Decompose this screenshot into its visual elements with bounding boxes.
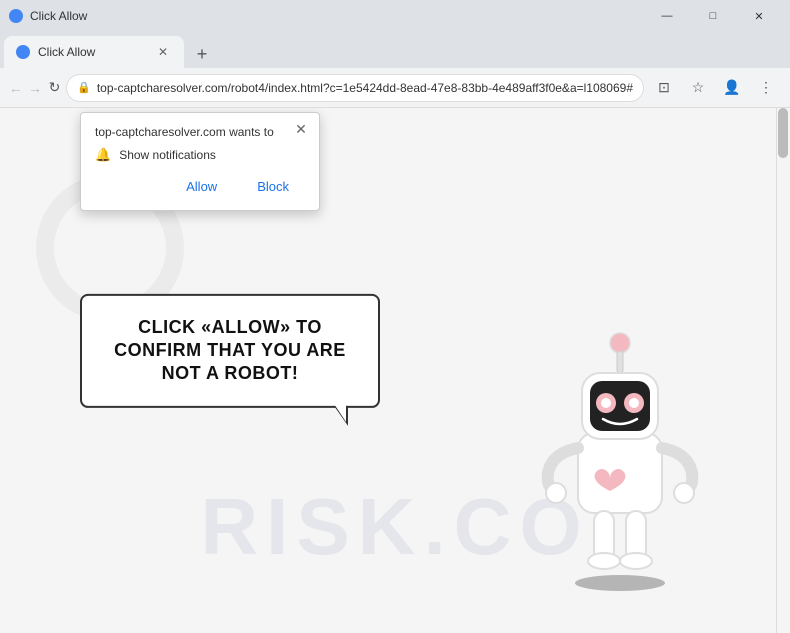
window-controls: — □ ✕ — [644, 0, 782, 32]
active-tab[interactable]: Click Allow ✕ — [4, 36, 184, 68]
tab-favicon — [16, 45, 30, 59]
profile-button[interactable]: 👤 — [716, 72, 748, 104]
maximize-button[interactable]: □ — [690, 0, 736, 32]
tab-close-button[interactable]: ✕ — [154, 43, 172, 61]
address-bar[interactable]: 🔒 top-captcharesolver.com/robot4/index.h… — [66, 74, 644, 102]
nav-bar: ← → ↻ 🔒 top-captcharesolver.com/robot4/i… — [0, 68, 790, 108]
refresh-button[interactable]: ↻ — [47, 72, 62, 104]
bubble-text: CLICK «ALLOW» TO CONFIRM THAT YOU ARE NO… — [114, 316, 346, 383]
scrollbar-thumb[interactable] — [778, 108, 788, 158]
popup-header-text: top-captcharesolver.com wants to — [95, 125, 305, 139]
browser-window: Click Allow — □ ✕ Click Allow ✕ + ← → ↻ … — [0, 0, 790, 633]
new-tab-button[interactable]: + — [188, 40, 216, 68]
title-bar: Click Allow — □ ✕ — [0, 0, 790, 32]
browser-content: risk.co CLICK «ALLOW» TO CONFIRM THAT YO… — [0, 108, 790, 633]
cast-button[interactable]: ⊡ — [648, 72, 680, 104]
nav-right-buttons: ⊡ ☆ 👤 ⋮ — [648, 72, 782, 104]
menu-button[interactable]: ⋮ — [750, 72, 782, 104]
close-button[interactable]: ✕ — [736, 0, 782, 32]
notification-popup: ✕ top-captcharesolver.com wants to 🔔 Sho… — [80, 112, 320, 211]
allow-button[interactable]: Allow — [170, 175, 233, 198]
notification-text: Show notifications — [119, 148, 216, 162]
popup-close-button[interactable]: ✕ — [291, 119, 311, 139]
popup-buttons: Allow Block — [95, 175, 305, 198]
window-title: Click Allow — [30, 9, 644, 23]
bell-icon: 🔔 — [95, 147, 111, 163]
lock-icon: 🔒 — [77, 81, 91, 94]
url-text: top-captcharesolver.com/robot4/index.htm… — [97, 81, 633, 95]
robot-image — [510, 313, 730, 593]
forward-button[interactable]: → — [27, 72, 42, 104]
notification-row: 🔔 Show notifications — [95, 147, 305, 163]
bookmark-button[interactable]: ☆ — [682, 72, 714, 104]
tab-bar: Click Allow ✕ + — [0, 32, 790, 68]
speech-bubble: CLICK «ALLOW» TO CONFIRM THAT YOU ARE NO… — [80, 293, 380, 407]
block-button[interactable]: Block — [241, 175, 305, 198]
back-button[interactable]: ← — [8, 72, 23, 104]
tab-title: Click Allow — [38, 45, 146, 59]
scrollbar[interactable] — [776, 108, 790, 633]
title-favicon — [8, 8, 24, 24]
minimize-button[interactable]: — — [644, 0, 690, 32]
